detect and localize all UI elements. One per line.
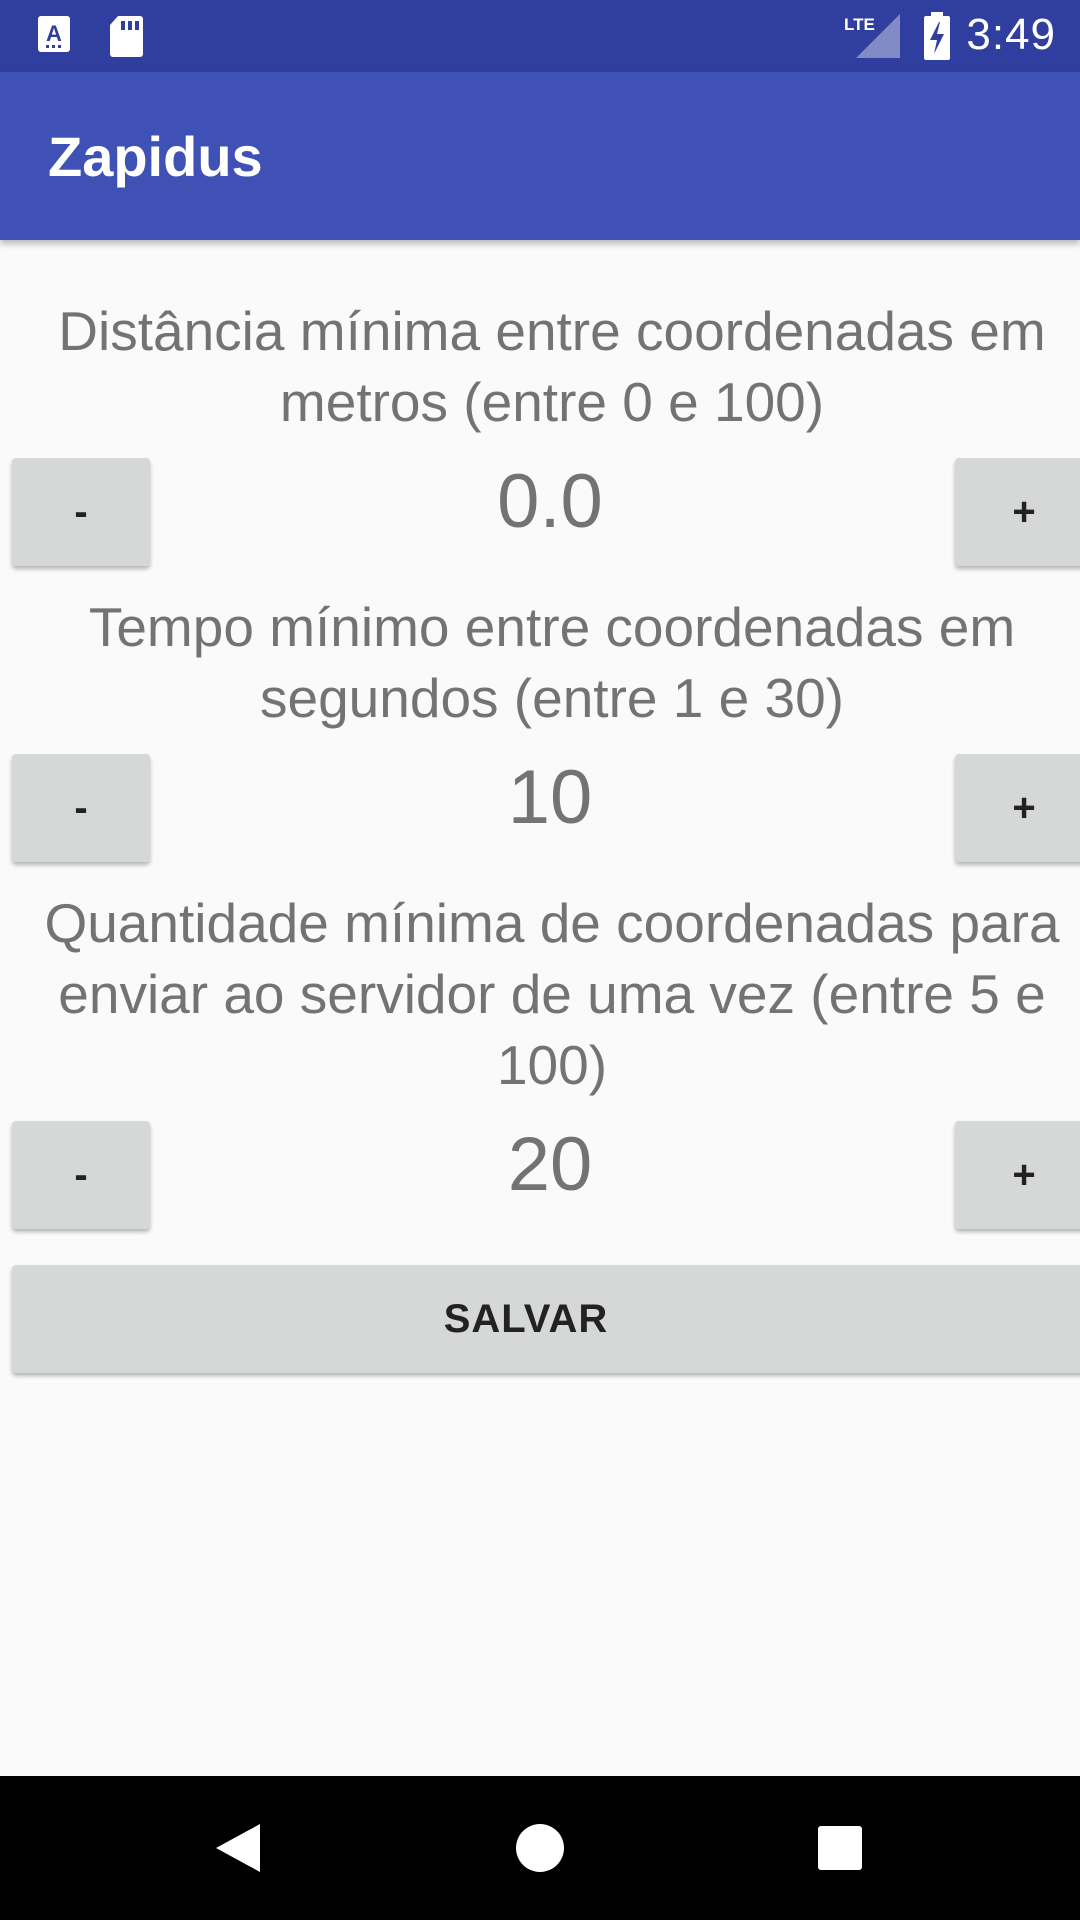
distance-decrement-button[interactable]: -	[12, 458, 150, 566]
time-value: 10	[507, 755, 593, 840]
distance-increment-button[interactable]: +	[955, 458, 1080, 566]
back-icon[interactable]	[212, 1820, 264, 1881]
recents-icon[interactable]	[816, 1824, 864, 1877]
quantity-increment-button[interactable]: +	[955, 1121, 1080, 1229]
navigation-bar	[0, 1776, 1080, 1920]
home-icon[interactable]	[514, 1822, 566, 1879]
status-time: 3:49	[966, 10, 1056, 59]
quantity-value: 20	[507, 1122, 593, 1207]
time-setting-label: Tempo mínimo entre coordenadas em segund…	[88, 596, 1016, 729]
time-decrement-button[interactable]: -	[12, 754, 150, 862]
lte-label: LTE	[844, 15, 875, 34]
sd-card-icon	[108, 14, 144, 63]
time-increment-button[interactable]: +	[955, 754, 1080, 862]
distance-value: 0.0	[497, 459, 603, 544]
status-bar: A LTE 3:49	[0, 0, 1080, 72]
app-title: Zapidus	[48, 125, 263, 188]
svg-text:A: A	[46, 21, 62, 46]
quantity-decrement-button[interactable]: -	[12, 1121, 150, 1229]
quantity-setting-label: Quantidade mínima de coordenadas para en…	[44, 892, 1060, 1096]
save-button[interactable]: SALVAR	[12, 1265, 1080, 1373]
battery-charging-icon	[922, 12, 952, 65]
distance-setting-label: Distância mínima entre coordenadas em me…	[58, 300, 1046, 433]
lte-signal-icon: LTE	[844, 12, 900, 63]
accessibility-app-icon: A	[36, 14, 72, 59]
app-bar: Zapidus	[0, 72, 1080, 240]
